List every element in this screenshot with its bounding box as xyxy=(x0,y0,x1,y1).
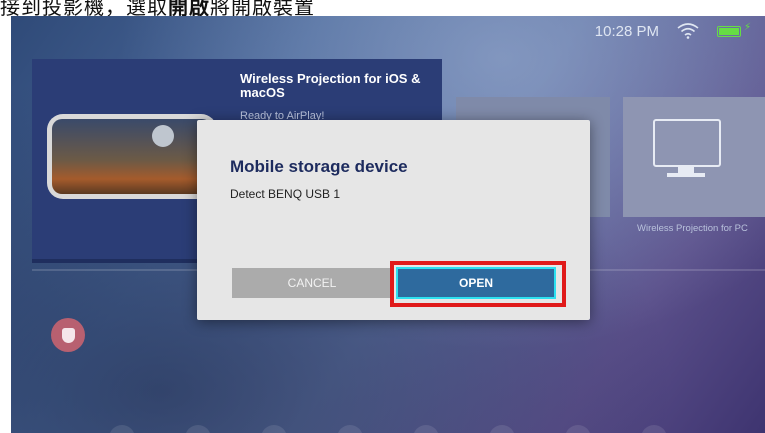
instruction-caption: 接到投影機，選取開啟將開啟裝置 xyxy=(0,0,765,16)
status-bar: 10:28 PM xyxy=(595,20,751,42)
monitor-icon xyxy=(653,119,721,167)
ios-card-title: Wireless Projection for iOS & macOS xyxy=(240,71,421,100)
phone-illustration xyxy=(47,114,217,199)
open-button[interactable]: OPEN xyxy=(396,267,556,299)
caption-prefix: 接到投影機，選取 xyxy=(0,0,168,16)
storage-device-dialog: Mobile storage device Detect BENQ USB 1 … xyxy=(197,120,590,320)
battery-charging-icon xyxy=(717,22,751,37)
cancel-button[interactable]: CANCEL xyxy=(232,268,392,298)
caption-bold: 開啟 xyxy=(168,0,210,16)
bottom-app-row xyxy=(11,425,765,433)
pc-tile-label: Wireless Projection for PC xyxy=(637,223,748,234)
wifi-icon xyxy=(677,23,699,39)
dialog-message: Detect BENQ USB 1 xyxy=(230,187,341,201)
clock: 10:28 PM xyxy=(594,22,659,40)
caption-suffix: 將開啟裝置 xyxy=(210,0,315,16)
dialog-title: Mobile storage device xyxy=(230,157,408,176)
pocket-icon[interactable] xyxy=(51,318,85,352)
pc-projection-tile[interactable] xyxy=(623,97,765,217)
